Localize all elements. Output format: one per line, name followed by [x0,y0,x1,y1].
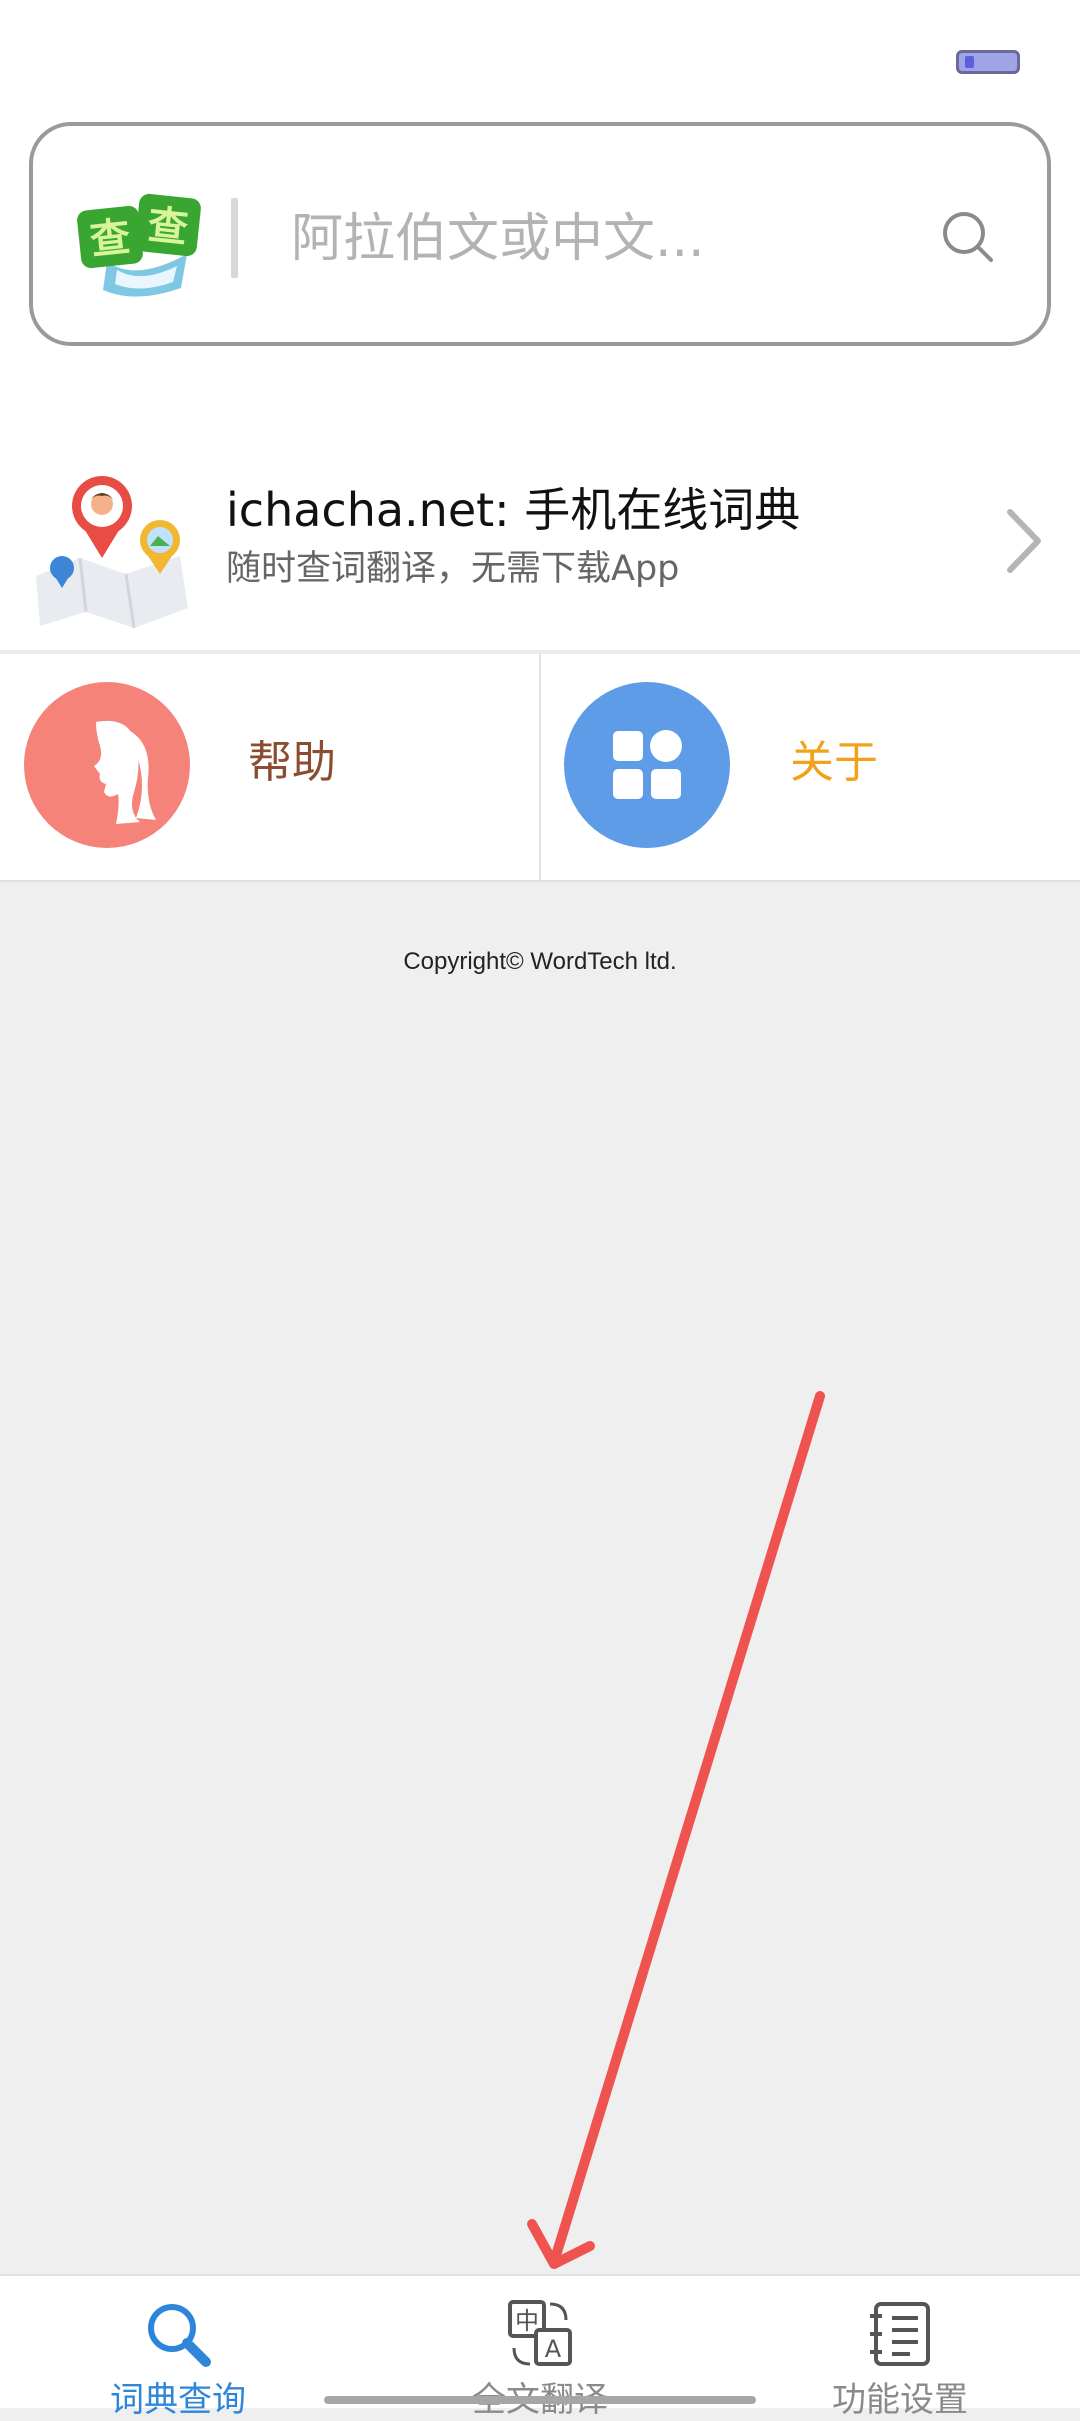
tab-settings[interactable]: 功能设置 [720,2276,1080,2420]
svg-text:查: 查 [88,214,133,264]
promo-title: ichacha.net: 手机在线词典 [226,483,801,537]
notebook-icon [870,2302,930,2366]
help-button[interactable]: 帮助 [0,654,539,880]
tab-label: 词典查询 [110,2380,246,2420]
help-label: 帮助 [248,737,336,788]
copyright-text: Copyright© WordTech ltd. [403,948,677,975]
translate-icon: 中 A [508,2300,572,2366]
search-bar[interactable]: 查 查 [29,122,1051,346]
svg-text:查: 查 [145,202,190,252]
svg-text:A: A [545,2335,562,2363]
bottom-tab-bar: 词典查询 中 A 全文翻译 功能设置 [0,2274,1080,2420]
tab-label: 功能设置 [832,2380,968,2420]
tab-full-translation[interactable]: 中 A 全文翻译 [360,2276,720,2420]
search-input[interactable] [289,204,893,274]
promo-subtitle: 随时查词翻译，无需下载App [226,549,680,589]
tiles-bottom-border [0,880,1080,882]
home-indicator[interactable] [324,2396,756,2404]
search-icon[interactable] [939,208,999,268]
battery-icon [956,50,1020,74]
help-icon-circle [24,682,190,848]
online-dictionary-promo[interactable]: ichacha.net: 手机在线词典 随时查词翻译，无需下载App [0,440,1080,650]
about-button[interactable]: 关于 [541,654,1080,880]
search-divider [231,198,238,278]
map-pin-icon [36,476,188,629]
chevron-right-icon [1007,509,1041,573]
about-icon-circle [564,682,730,848]
magnifier-icon [148,2304,211,2367]
about-label: 关于 [790,737,878,788]
woman-profile-icon [94,720,156,824]
tab-dictionary-lookup[interactable]: 词典查询 [0,2276,360,2420]
app-logo-icon: 查 查 [77,193,201,297]
apps-grid-icon [613,730,682,799]
